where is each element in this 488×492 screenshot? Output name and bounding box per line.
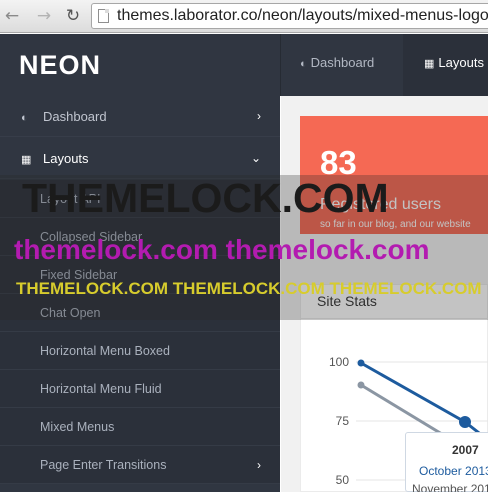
watermark-text: themelock.com themelock.com [14, 234, 430, 265]
chart-tooltip: 2007 October 2013 November 2013 [405, 432, 488, 492]
chevron-right-icon: › [257, 458, 261, 472]
sidebar-item-label: Layouts [43, 151, 89, 166]
sidebar-subitem-label: Mixed Menus [40, 420, 115, 434]
watermark-text: THEMELOCK.COM THEMELOCK.COM THEMELOCK.CO… [16, 279, 482, 298]
tooltip-line: November 2013 [412, 482, 488, 492]
series-point-primary[interactable] [459, 416, 471, 428]
gauge-icon: ◐ [21, 112, 28, 124]
gauge-icon: ◐ [300, 58, 307, 70]
grid-icon: ▦ [424, 58, 435, 70]
series-point-primary[interactable] [357, 359, 365, 367]
top-nav-layouts-label: Layouts [438, 55, 484, 70]
sidebar-item-label: Dashboard [43, 109, 107, 124]
back-icon[interactable]: ← [2, 6, 22, 26]
top-nav-layouts[interactable]: ▦ Layouts [403, 34, 488, 96]
sidebar-subitem-horizontal-menu-fluid[interactable]: Horizontal Menu Fluid [0, 370, 280, 408]
watermark-text: THEMELOCK.COM [22, 175, 389, 221]
top-nav-dashboard[interactable]: ◐ Dashboard [300, 34, 374, 96]
app-root: ← → ↻ themes.laborator.co/neon/layouts/m… [0, 0, 488, 492]
sidebar-subitem-mixed-menus[interactable]: Mixed Menus [0, 408, 280, 446]
y-tick-label: 50 [336, 473, 350, 487]
sidebar-subitem-horizontal-menu-boxed[interactable]: Horizontal Menu Boxed [0, 332, 280, 370]
top-nav-dashboard-label: Dashboard [310, 55, 375, 70]
series-point-secondary[interactable] [357, 381, 365, 389]
logo[interactable]: NEON [19, 50, 101, 81]
header-divider [280, 34, 281, 96]
chevron-down-icon: ⌄ [250, 151, 261, 165]
sidebar-subitem-label: Page Enter Transitions [40, 458, 167, 472]
chevron-right-icon: › [257, 109, 261, 123]
page-icon [98, 9, 109, 23]
forward-icon[interactable]: → [34, 6, 54, 26]
address-bar-text: themes.laborator.co/neon/layouts/mixed-m… [117, 7, 488, 24]
sidebar-subitem-label: Horizontal Menu Boxed [40, 344, 170, 358]
sidebar-subitem-page-enter-transitions[interactable]: Page Enter Transitions › [0, 446, 280, 484]
sidebar-subitem-label: Horizontal Menu Fluid [40, 382, 162, 396]
sidebar-item-dashboard[interactable]: ◐ Dashboard › [0, 96, 280, 137]
y-tick-label: 100 [329, 355, 349, 369]
browser-toolbar: ← → ↻ themes.laborator.co/neon/layouts/m… [0, 0, 488, 33]
sidebar-item-layouts[interactable]: ▦ Layouts ⌄ [0, 138, 280, 179]
series-line-primary [360, 361, 488, 442]
top-navbar: NEON ◐ Dashboard ▦ Layouts [0, 34, 488, 96]
y-tick-label: 75 [336, 414, 350, 428]
tooltip-title: 2007 [452, 443, 479, 457]
reload-icon[interactable]: ↻ [63, 6, 83, 26]
tooltip-line: October 2013 [419, 464, 488, 478]
address-bar[interactable]: themes.laborator.co/neon/layouts/mixed-m… [91, 3, 488, 29]
